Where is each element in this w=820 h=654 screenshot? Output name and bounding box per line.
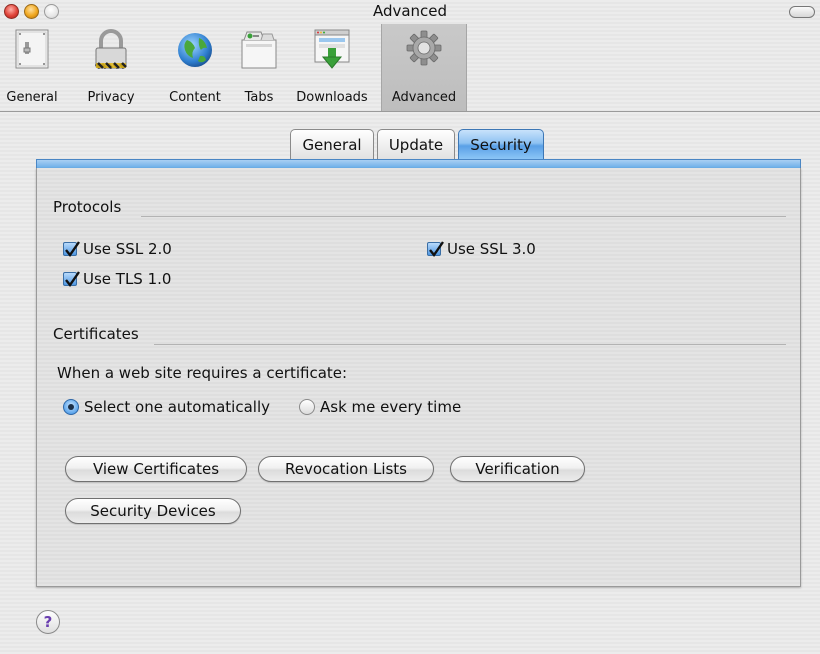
help-button[interactable]: ? (36, 610, 60, 634)
protocols-divider (141, 216, 786, 217)
tab-general[interactable]: General (290, 129, 374, 159)
downloads-icon (312, 26, 352, 74)
toolbar-item-label: Content (169, 90, 221, 105)
preferences-toolbar: General Privacy Content Tabs Downloads A… (0, 24, 820, 112)
radio-label: Ask me every time (320, 398, 462, 416)
security-devices-button[interactable]: Security Devices (65, 498, 241, 524)
title-bar: Advanced (0, 0, 820, 24)
lock-icon (91, 26, 131, 74)
security-panel: Protocols Use SSL 2.0 Use SSL 3.0 Use TL… (36, 168, 801, 587)
checkmark-icon (63, 271, 80, 288)
radio-ask-every-time[interactable]: Ask me every time (299, 396, 461, 418)
tabs-icon (239, 26, 279, 74)
preferences-window: Advanced General Privacy Content Tabs Do… (0, 0, 820, 654)
globe-icon (175, 26, 215, 74)
verification-button[interactable]: Verification (450, 456, 585, 482)
radio-label: Select one automatically (84, 398, 270, 416)
toolbar-item-advanced[interactable]: Advanced (381, 24, 467, 112)
ssl2-checkbox[interactable]: Use SSL 2.0 (63, 239, 172, 259)
ssl2-label: Use SSL 2.0 (83, 240, 172, 258)
toolbar-item-general[interactable]: General (4, 24, 60, 112)
tab-bar: General Update Security (0, 129, 820, 159)
certificates-divider (154, 344, 786, 345)
toolbar-divider (0, 111, 820, 112)
toolbar-item-tabs[interactable]: Tabs (236, 24, 282, 112)
toolbar-item-label: General (6, 90, 58, 105)
ssl3-label: Use SSL 3.0 (447, 240, 536, 258)
toolbar-item-privacy[interactable]: Privacy (68, 24, 154, 112)
toolbar-item-downloads[interactable]: Downloads (288, 24, 376, 112)
radio-unselected-icon (299, 399, 315, 415)
radio-select-automatically[interactable]: Select one automatically (63, 396, 270, 418)
toolbar-item-label: Advanced (391, 90, 457, 105)
toolbar-item-label: Tabs (244, 90, 274, 105)
certificates-title: Certificates (53, 325, 139, 343)
checkmark-icon (427, 241, 444, 258)
general-switch-icon (12, 26, 52, 74)
checkmark-icon (63, 241, 80, 258)
tls1-checkbox[interactable]: Use TLS 1.0 (63, 269, 171, 289)
tls1-label: Use TLS 1.0 (83, 270, 172, 288)
toolbar-item-label: Downloads (296, 90, 368, 105)
tab-security[interactable]: Security (458, 129, 544, 159)
toolbar-item-label: Privacy (87, 90, 135, 105)
protocols-title: Protocols (53, 198, 122, 216)
radio-selected-icon (63, 399, 79, 415)
tab-update[interactable]: Update (377, 129, 455, 159)
certificate-prompt: When a web site requires a certificate: (57, 364, 348, 382)
gear-icon (404, 26, 444, 74)
ssl3-checkbox[interactable]: Use SSL 3.0 (427, 239, 536, 259)
revocation-lists-button[interactable]: Revocation Lists (258, 456, 434, 482)
toolbar-item-content[interactable]: Content (160, 24, 230, 112)
toolbar-toggle-button[interactable] (789, 6, 815, 18)
window-title: Advanced (372, 2, 448, 20)
view-certificates-button[interactable]: View Certificates (65, 456, 247, 482)
